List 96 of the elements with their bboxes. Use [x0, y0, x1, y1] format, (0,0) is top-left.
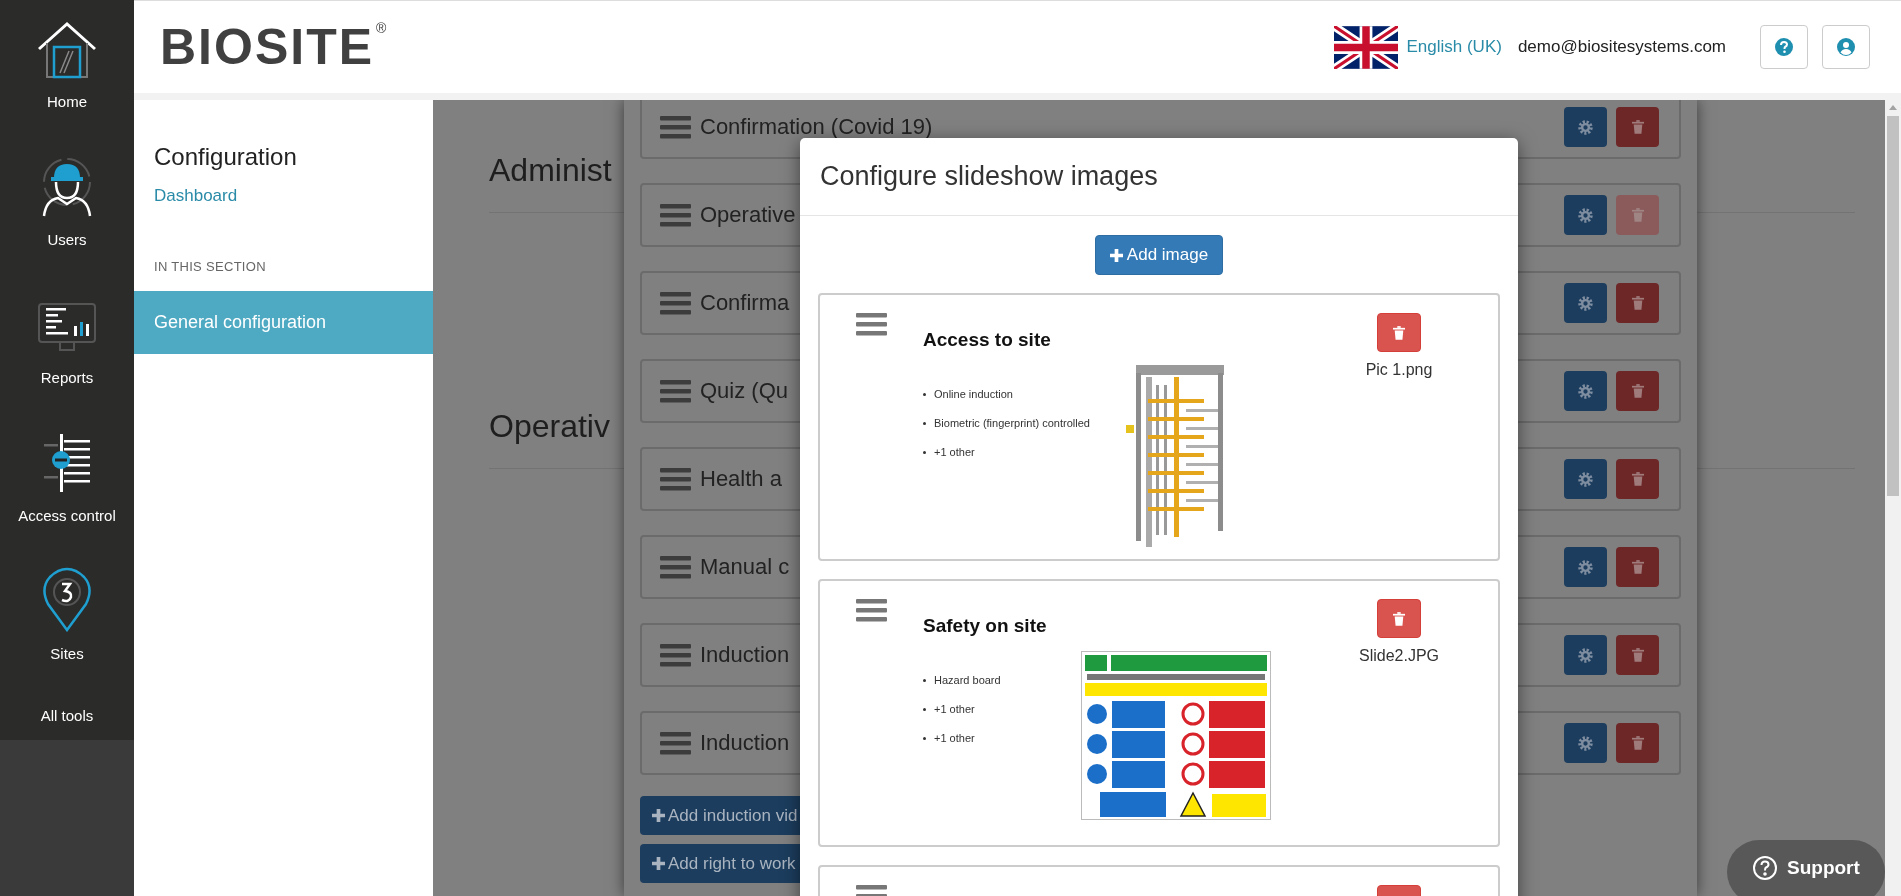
step-title: Confirma	[700, 290, 790, 316]
settings-button[interactable]	[1564, 635, 1607, 675]
delete-button[interactable]	[1616, 371, 1659, 411]
nav-link[interactable]: Users	[47, 230, 87, 250]
section-label: IN THIS SECTION	[154, 259, 267, 275]
account-button[interactable]	[1822, 25, 1870, 69]
trash-icon	[1393, 611, 1405, 626]
file-name: Pic 1.png	[1365, 361, 1433, 379]
uk-flag-icon[interactable]	[1334, 25, 1399, 69]
step-title: Confirmation (Covid 19)	[700, 114, 933, 140]
step-title: Induction	[700, 642, 790, 668]
plus-icon	[652, 857, 665, 870]
drag-handle-icon[interactable]	[660, 203, 691, 227]
gear-icon	[1578, 119, 1593, 135]
slide-bullet: Biometric (fingerprint) controlled	[934, 416, 1090, 431]
gear-icon	[1578, 735, 1593, 751]
gear-icon	[1578, 559, 1593, 575]
user-email: demo@biositesystems.com	[1517, 37, 1726, 57]
section-heading: Operativ	[489, 408, 610, 444]
slide-bullet: +1 other	[934, 731, 975, 746]
settings-button[interactable]	[1564, 195, 1607, 235]
settings-button[interactable]	[1564, 547, 1607, 587]
section-heading: Administ	[489, 152, 612, 188]
drag-handle-icon[interactable]	[660, 115, 691, 139]
nav-link[interactable]: Reports	[40, 368, 94, 388]
slide-bullet: Online induction	[934, 387, 1013, 402]
slide-bullet: +1 other	[934, 445, 975, 460]
drag-handle-icon[interactable]	[660, 467, 691, 491]
settings-button[interactable]	[1564, 283, 1607, 323]
house-icon	[36, 20, 98, 80]
step-title: Health a	[700, 466, 782, 492]
help-icon	[1775, 38, 1793, 56]
trash-icon	[1631, 208, 1644, 222]
step-title: Manual c	[700, 554, 790, 580]
logo: BIOSITE®	[160, 19, 387, 75]
section-title: Configuration	[154, 142, 298, 172]
step-title: Operative	[700, 202, 796, 228]
settings-button[interactable]	[1564, 723, 1607, 763]
user-icon	[1837, 38, 1855, 56]
gear-icon	[1578, 383, 1593, 399]
slide-title: Safety on site	[923, 614, 1048, 638]
trash-icon	[1631, 648, 1644, 662]
step-title: Induction	[700, 730, 790, 756]
file-name: Slide2.JPG	[1358, 647, 1439, 665]
help-button[interactable]	[1760, 25, 1808, 69]
trash-icon	[1393, 325, 1405, 340]
gear-icon	[1578, 207, 1593, 223]
settings-button[interactable]	[1564, 107, 1607, 147]
support-button[interactable]: Support	[1727, 840, 1885, 896]
trash-icon	[1631, 296, 1644, 310]
slide-title: Access to site	[923, 328, 1052, 352]
delete-button[interactable]	[1616, 107, 1659, 147]
delete-button[interactable]	[1377, 599, 1421, 638]
drag-handle-icon[interactable]	[660, 379, 691, 403]
delete-button[interactable]	[1377, 313, 1421, 352]
trash-icon	[1631, 384, 1644, 398]
trash-icon	[1631, 560, 1644, 574]
trash-icon	[1631, 472, 1644, 486]
nav-link[interactable]: Access control	[18, 506, 116, 526]
drag-handle-icon[interactable]	[660, 291, 691, 315]
bullet-icon	[923, 392, 926, 396]
trash-icon	[1631, 120, 1644, 134]
bullet-icon	[923, 421, 926, 425]
delete-button[interactable]	[1616, 723, 1659, 763]
bullet-icon	[923, 736, 926, 740]
bullet-icon	[923, 707, 926, 711]
modal-title: Configure slideshow images	[820, 161, 1158, 192]
nav-link[interactable]: Home	[47, 92, 87, 112]
bullet-icon	[923, 678, 926, 682]
gear-icon	[1578, 647, 1593, 663]
nav-link[interactable]: Sites	[50, 644, 84, 664]
breadcrumb-link[interactable]: Dashboard	[154, 185, 433, 207]
drag-handle-icon[interactable]	[660, 643, 691, 667]
add-image-button[interactable]: Add image	[1094, 235, 1224, 275]
all-tools-link[interactable]: All tools	[40, 706, 94, 726]
delete-button[interactable]	[1616, 283, 1659, 323]
slide-bullet: Hazard board	[934, 673, 1001, 688]
settings-button[interactable]	[1564, 371, 1607, 411]
drag-handle-icon[interactable]	[856, 313, 887, 336]
settings-button[interactable]	[1564, 459, 1607, 499]
plus-icon	[652, 809, 665, 822]
drag-handle-icon[interactable]	[660, 555, 691, 579]
language-link[interactable]: English (UK)	[1406, 37, 1502, 57]
drag-handle-icon[interactable]	[856, 599, 887, 622]
gear-icon	[1578, 295, 1593, 311]
step-title: Quiz (Qu	[700, 378, 789, 404]
delete-button[interactable]	[1616, 459, 1659, 499]
bullet-icon	[923, 450, 926, 454]
slide-bullet: +1 other	[934, 702, 975, 717]
trash-icon	[1631, 736, 1644, 750]
delete-button[interactable]	[1616, 547, 1659, 587]
gear-icon	[1578, 471, 1593, 487]
delete-button[interactable]	[1616, 635, 1659, 675]
drag-handle-icon[interactable]	[660, 731, 691, 755]
help-icon	[1753, 856, 1777, 880]
plus-icon	[1109, 248, 1123, 262]
